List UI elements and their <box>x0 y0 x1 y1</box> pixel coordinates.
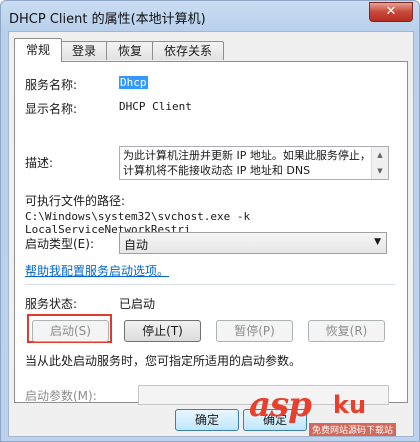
general-panel: 服务名称: Dhcp 显示名称: DHCP Client 描述: 为此计算机注册… <box>14 61 408 405</box>
help-link[interactable]: 帮助我配置服务启动选项。 <box>25 262 169 279</box>
startup-type-select[interactable]: 自动 ▼ <box>119 232 387 254</box>
description-box[interactable]: 为此计算机注册并更新 IP 地址。如果此服务停止，计算机将不能接收动态 IP 地… <box>119 146 389 180</box>
tab-general[interactable]: 常规 <box>14 38 62 62</box>
scroll-up-icon[interactable]: ▲ <box>372 147 388 163</box>
close-button[interactable]: ✕ <box>369 2 413 22</box>
display-name-value[interactable]: DHCP Client <box>119 100 192 113</box>
chevron-down-icon: ▼ <box>374 237 381 247</box>
window-title: DHCP Client 的属性(本地计算机) <box>9 12 206 27</box>
title-bar[interactable]: DHCP Client 的属性(本地计算机) ✕ <box>1 1 419 31</box>
close-icon: ✕ <box>385 4 397 19</box>
startup-type-label: 启动类型(E): <box>25 237 94 251</box>
resume-button[interactable]: 恢复(R) <box>308 320 385 342</box>
cancel-button[interactable]: 确定 <box>243 409 307 431</box>
properties-window: DHCP Client 的属性(本地计算机) ✕ 常规 登录 恢复 依存关系 服… <box>0 0 420 442</box>
start-hint: 当从此处启动服务时，您可指定所适用的启动参数。 <box>25 354 302 368</box>
divider <box>25 284 395 285</box>
scroll-down-icon[interactable]: ▼ <box>372 163 388 179</box>
start-params-label: 启动参数(M): <box>25 389 97 403</box>
description-scrollbar[interactable]: ▲ ▼ <box>371 147 388 179</box>
stop-button[interactable]: 停止(T) <box>124 320 201 342</box>
tab-logon[interactable]: 登录 <box>60 41 108 60</box>
tab-recovery[interactable]: 恢复 <box>106 41 154 60</box>
description-label: 描述: <box>25 156 54 170</box>
description-text: 为此计算机注册并更新 IP 地址。如果此服务停止，计算机将不能接收动态 IP 地… <box>123 149 371 177</box>
start-params-input[interactable] <box>138 385 389 405</box>
service-status-value: 已启动 <box>119 297 156 311</box>
service-status-label: 服务状态: <box>25 297 78 311</box>
dialog-body: 常规 登录 恢复 依存关系 服务名称: Dhcp 显示名称: DHCP Clie… <box>8 31 414 437</box>
startup-type-value: 自动 <box>124 238 149 252</box>
ok-button[interactable]: 确定 <box>175 409 239 431</box>
service-name-value[interactable]: Dhcp <box>119 76 148 89</box>
tab-dependencies[interactable]: 依存关系 <box>152 41 224 60</box>
service-name-selection[interactable]: Dhcp <box>119 76 148 89</box>
start-button[interactable]: 启动(S) <box>32 320 109 342</box>
display-name-label: 显示名称: <box>25 102 78 116</box>
exec-path-label: 可执行文件的路径: <box>25 194 126 208</box>
service-name-label: 服务名称: <box>25 78 78 92</box>
pause-button[interactable]: 暂停(P) <box>216 320 293 342</box>
